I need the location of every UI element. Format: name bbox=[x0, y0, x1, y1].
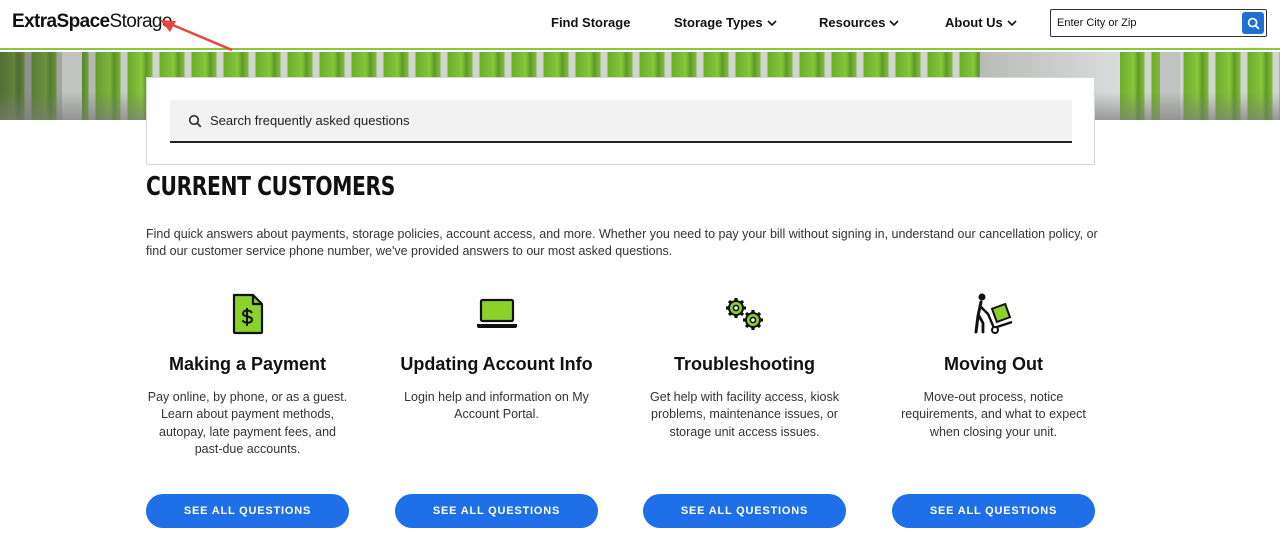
see-all-questions-payment-button[interactable]: SEE ALL QUESTIONS bbox=[146, 494, 349, 528]
nav-resources[interactable]: Resources bbox=[819, 15, 900, 30]
page-title: CURRENT CUSTOMERS bbox=[146, 172, 395, 202]
chevron-down-icon bbox=[1007, 19, 1017, 26]
faq-search-box bbox=[170, 100, 1072, 143]
faq-search-card bbox=[146, 77, 1095, 165]
chevron-down-icon bbox=[889, 19, 900, 26]
city-zip-search bbox=[1050, 9, 1267, 37]
nav-find-storage[interactable]: Find Storage bbox=[551, 15, 630, 30]
search-icon bbox=[1247, 17, 1260, 30]
moving-dolly-icon bbox=[974, 293, 1012, 334]
see-all-questions-troubleshooting-button[interactable]: SEE ALL QUESTIONS bbox=[643, 494, 846, 528]
card-description: Get help with facility access, kiosk pro… bbox=[650, 390, 839, 439]
intro-text: Find quick answers about payments, stora… bbox=[146, 227, 1098, 258]
card-description: Pay online, by phone, or as a guest. Lea… bbox=[147, 390, 348, 456]
card-making-payment: Making a Payment Pay online, by phone, o… bbox=[146, 290, 349, 458]
see-all-questions-moving-out-button[interactable]: SEE ALL QUESTIONS bbox=[892, 494, 1095, 528]
laptop-icon bbox=[476, 298, 517, 328]
see-all-questions-account-button[interactable]: SEE ALL QUESTIONS bbox=[395, 494, 598, 528]
card-updating-account: Updating Account Info Login help and inf… bbox=[395, 290, 598, 424]
faq-search-input[interactable] bbox=[210, 113, 1010, 128]
nav-label: Storage Types bbox=[674, 15, 763, 30]
search-icon bbox=[188, 114, 202, 127]
brand-logo[interactable]: ExtraSpaceStorage bbox=[12, 11, 172, 33]
card-title: Making a Payment bbox=[168, 354, 327, 374]
payment-document-icon bbox=[232, 293, 263, 335]
nav-label: About Us bbox=[945, 15, 1003, 30]
card-title: Updating Account Info bbox=[400, 354, 593, 374]
nav-label: Find Storage bbox=[551, 15, 631, 30]
card-troubleshooting: Troubleshooting Get help with facility a… bbox=[643, 290, 846, 441]
chevron-down-icon bbox=[767, 19, 777, 26]
card-title: Troubleshooting bbox=[674, 354, 815, 374]
card-description: Move-out process, notice requirements, a… bbox=[901, 390, 1086, 439]
gears-icon bbox=[725, 298, 763, 330]
card-title: Moving Out bbox=[944, 354, 1043, 374]
nav-about-us[interactable]: About Us bbox=[945, 15, 1017, 30]
city-zip-input[interactable] bbox=[1051, 10, 1237, 36]
card-moving-out: Moving Out Move-out process, notice requ… bbox=[892, 290, 1095, 441]
nav-label: Resources bbox=[819, 15, 886, 30]
logo-text-bold: ExtraSpace bbox=[12, 11, 110, 32]
city-search-button[interactable] bbox=[1242, 12, 1264, 34]
card-description: Login help and information on My Account… bbox=[404, 390, 589, 422]
nav-storage-types[interactable]: Storage Types bbox=[674, 15, 777, 30]
